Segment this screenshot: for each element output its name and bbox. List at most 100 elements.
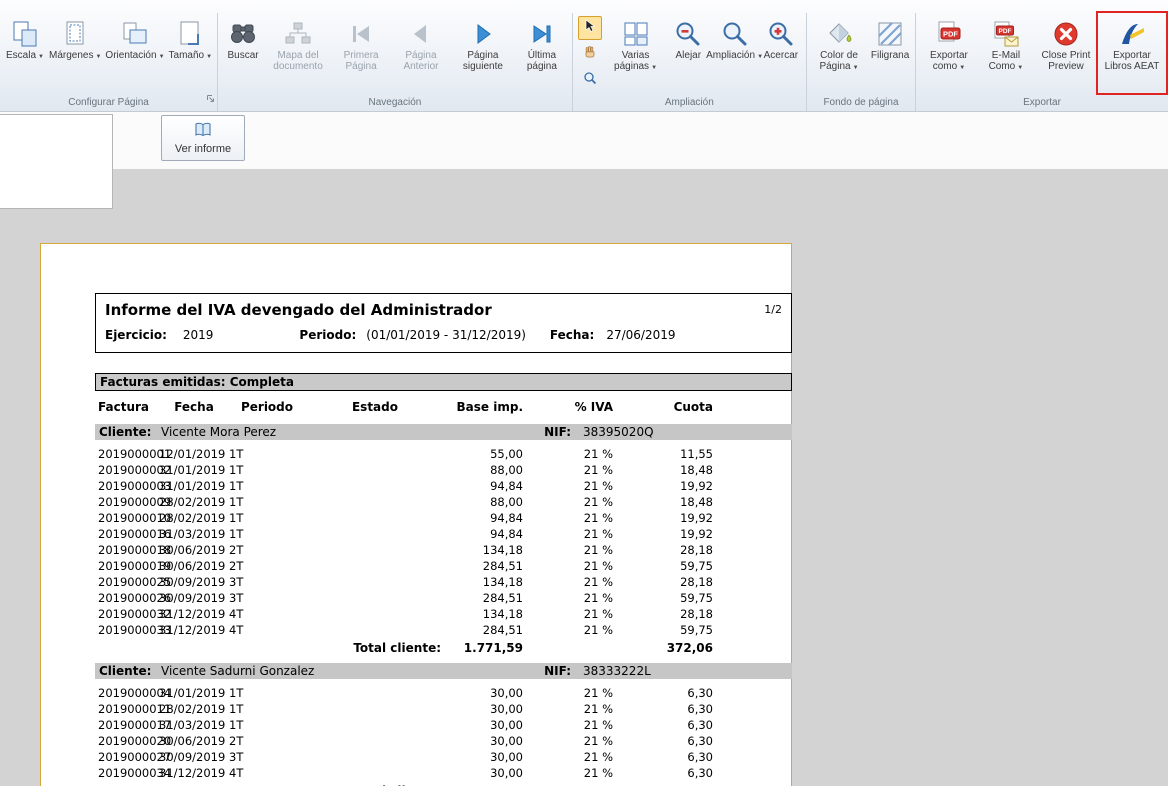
- fecha-value: 27/06/2019: [606, 328, 675, 342]
- column-header: Estado: [305, 400, 445, 415]
- column-header: Periodo: [229, 400, 305, 415]
- orientacion-button[interactable]: Orientación▼: [103, 14, 166, 92]
- exportar-libros-aeat-button[interactable]: Exportar Libros AEAT: [1099, 14, 1165, 92]
- invoice-row: 201900001930/06/20192T284,5121 %59,75: [95, 558, 792, 574]
- client-name: Vicente Mora Perez: [161, 425, 276, 439]
- column-header: % IVA: [523, 400, 613, 415]
- total-cuota: 372,06: [613, 639, 713, 657]
- button-label: Tamaño: [169, 50, 205, 61]
- svg-text:PDF: PDF: [943, 29, 958, 38]
- button-label: Exportar Libros AEAT: [1105, 50, 1160, 72]
- binoculars-icon: [229, 17, 257, 50]
- first-page-icon: [347, 17, 375, 50]
- pointer-tool-button[interactable]: [578, 16, 602, 40]
- last-page-icon: [528, 17, 556, 50]
- client-block: Cliente: Vicente Sadurni Gonzalez NIF: 3…: [95, 663, 792, 786]
- nif-label: NIF:: [544, 425, 571, 439]
- chevron-down-icon: ▼: [1017, 65, 1023, 71]
- document-page: Informe del IVA devengado del Administra…: [40, 243, 792, 786]
- invoice-row: 201900001731/03/20191T30,0021 %6,30: [95, 717, 792, 733]
- client-bar: Cliente: Vicente Mora Perez NIF: 3839502…: [95, 424, 792, 440]
- report-book-icon: [194, 122, 212, 141]
- cliente-label: Cliente:: [99, 664, 161, 678]
- chevron-down-icon: ▼: [95, 54, 101, 60]
- next-page-icon: [469, 17, 497, 50]
- empty-panel: [0, 114, 113, 209]
- chevron-down-icon: ▼: [206, 54, 212, 60]
- total-cuota: 37,80: [613, 782, 713, 786]
- page-indicator: 1/2: [764, 303, 782, 316]
- invoice-row: 201900002030/06/20192T30,0021 %6,30: [95, 733, 792, 749]
- ribbon-group-ampliacion: Varias páginas▼ Alejar Ampliación▼: [573, 13, 807, 111]
- cliente-label: Cliente:: [99, 425, 161, 439]
- button-label: Acercar: [764, 50, 798, 61]
- alejar-button[interactable]: Alejar: [666, 14, 710, 92]
- total-base: 1.771,59: [445, 639, 523, 657]
- previous-page-icon: [407, 17, 435, 50]
- invoice-row: 201900001830/06/20192T134,1821 %28,18: [95, 542, 792, 558]
- button-label: Última página: [527, 50, 557, 72]
- filigrana-button[interactable]: Filigrana: [868, 14, 912, 92]
- secondary-toolbar: Ver informe: [0, 112, 1168, 169]
- invoice-row: 201900001028/02/20191T94,8421 %19,92: [95, 510, 792, 526]
- invoice-row: 201900000112/01/20191T55,0021 %11,55: [95, 446, 792, 462]
- page-size-icon: [176, 17, 204, 50]
- print-preview-window: Escala▼ Márgenes▼ Orientación▼: [0, 0, 1168, 786]
- nif-value: 38395020Q: [583, 425, 788, 439]
- nif-label: NIF:: [544, 664, 571, 678]
- group-label: Configurar Página: [0, 95, 217, 111]
- tamano-button[interactable]: Tamaño▼: [167, 14, 215, 92]
- fecha-label: Fecha:: [550, 328, 594, 342]
- escala-button[interactable]: Escala▼: [3, 14, 47, 92]
- column-header: Fecha: [159, 400, 229, 415]
- page-color-icon: [825, 17, 853, 50]
- scale-icon: [11, 17, 39, 50]
- document-map-icon: [284, 17, 312, 50]
- button-label: Close Print Preview: [1042, 50, 1091, 72]
- aeat-logo-icon: [1118, 17, 1146, 50]
- close-print-preview-button[interactable]: Close Print Preview: [1033, 14, 1099, 92]
- button-label: Página Anterior: [403, 50, 438, 72]
- zoom-out-icon: [674, 17, 702, 50]
- periodo-value: (01/01/2019 - 31/12/2019): [366, 328, 526, 342]
- client-bar: Cliente: Vicente Sadurni Gonzalez NIF: 3…: [95, 663, 792, 679]
- email-como-button[interactable]: PDF E-Mail Como▼: [979, 14, 1033, 92]
- chevron-down-icon: ▼: [159, 54, 165, 60]
- button-label: E-Mail Como: [989, 50, 1021, 72]
- chevron-down-icon: ▼: [853, 65, 859, 71]
- margenes-button[interactable]: Márgenes▼: [47, 14, 103, 92]
- invoice-row: 201900003231/12/20194T134,1821 %28,18: [95, 606, 792, 622]
- acercar-button[interactable]: Acercar: [759, 14, 803, 92]
- ampliacion-button[interactable]: Ampliación▼: [710, 14, 759, 92]
- ultima-pagina-button[interactable]: Última página: [515, 14, 569, 92]
- hand-tool-button[interactable]: [578, 42, 602, 66]
- ribbon: Escala▼ Márgenes▼ Orientación▼: [0, 0, 1168, 112]
- invoice-row: 201900000928/02/20191T88,0021 %18,48: [95, 494, 792, 510]
- client-total-row: Total cliente: 1.771,59 372,06: [95, 639, 792, 657]
- zoom-tool-icon: [583, 71, 597, 90]
- dialog-launcher-icon[interactable]: [206, 93, 215, 108]
- button-label: Escala: [6, 50, 36, 61]
- color-de-pagina-button[interactable]: Color de Página▼: [810, 14, 868, 92]
- button-label: Filigrana: [871, 50, 909, 61]
- ver-informe-button[interactable]: Ver informe: [161, 115, 245, 161]
- ribbon-group-exportar: PDF Exportar como▼ PDF E-Mail Como▼ Clos…: [916, 13, 1168, 111]
- zoom-tool-button[interactable]: [578, 68, 602, 92]
- group-label: Fondo de página: [807, 95, 915, 111]
- watermark-icon: [876, 17, 904, 50]
- section-header: Facturas emitidas: Completa: [95, 373, 792, 391]
- buscar-button[interactable]: Buscar: [221, 14, 265, 92]
- group-label: Ampliación: [573, 95, 806, 111]
- varias-paginas-button[interactable]: Varias páginas▼: [605, 14, 667, 92]
- button-label: Varias páginas: [614, 50, 649, 72]
- column-header: Base imp.: [445, 400, 523, 415]
- client-name: Vicente Sadurni Gonzalez: [161, 664, 314, 678]
- total-label: Total cliente:: [305, 782, 445, 786]
- invoice-row: 201900002630/09/20193T284,5121 %59,75: [95, 590, 792, 606]
- pdf-email-icon: PDF: [992, 17, 1020, 50]
- svg-text:PDF: PDF: [998, 28, 1011, 35]
- exportar-como-button[interactable]: PDF Exportar como▼: [919, 14, 979, 92]
- button-label: Alejar: [675, 50, 701, 61]
- orientation-icon: [121, 17, 149, 50]
- pagina-siguiente-button[interactable]: Página siguiente: [451, 14, 515, 92]
